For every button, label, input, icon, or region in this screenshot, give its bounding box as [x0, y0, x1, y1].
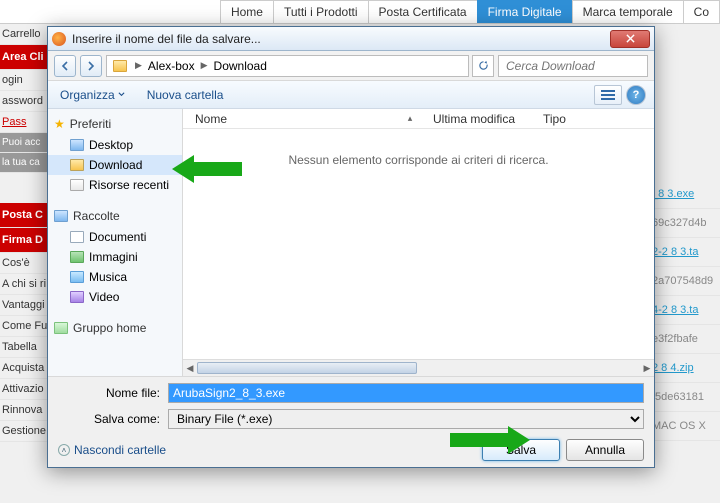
firefox-icon [52, 32, 66, 46]
bg-macos-label: MAC OS X [650, 412, 720, 441]
sidebar-item-recent[interactable]: Risorse recenti [48, 175, 182, 195]
crumb-root[interactable]: Alex-box [146, 59, 197, 73]
dialog-title: Inserire il nome del file da salvare... [72, 32, 610, 46]
scroll-right-arrow[interactable]: ▶ [640, 360, 654, 377]
chevron-right-icon: ▶ [135, 60, 142, 71]
col-type[interactable]: Tipo [543, 112, 650, 126]
bg-pass-link[interactable]: Pass [2, 116, 26, 128]
search-box[interactable] [498, 55, 648, 77]
empty-folder-message: Nessun elemento corrisponde ai criteri d… [183, 129, 654, 359]
desktop-icon [70, 139, 84, 151]
bg-nav-co[interactable]: Co [683, 0, 720, 23]
bg-nav-marca[interactable]: Marca temporale [572, 0, 684, 23]
libraries-icon [54, 210, 68, 222]
nav-back-button[interactable] [54, 55, 76, 77]
recent-icon [70, 179, 84, 191]
filename-label: Nome file: [58, 386, 168, 400]
col-sort-indicator: ▴ [387, 113, 433, 124]
folder-tree-sidebar: ★Preferiti Desktop Download Risorse rece… [48, 109, 183, 376]
refresh-button[interactable] [472, 55, 494, 77]
star-icon: ★ [54, 117, 65, 131]
sidebar-item-documents[interactable]: Documenti [48, 227, 182, 247]
bg-nav-home[interactable]: Home [220, 0, 274, 23]
sidebar-item-video[interactable]: Video [48, 287, 182, 307]
bg-file-4[interactable]: 2 8 4.zip [650, 354, 720, 383]
chevron-up-icon: ˄ [58, 444, 70, 456]
horizontal-scrollbar[interactable]: ◀ ▶ [183, 359, 654, 376]
collections-group[interactable]: Raccolte [48, 205, 182, 227]
favorites-group[interactable]: ★Preferiti [48, 113, 182, 135]
hide-folders-button[interactable]: ˄Nascondi cartelle [58, 443, 166, 457]
col-name[interactable]: Nome [187, 112, 387, 126]
homegroup-group[interactable]: Gruppo home [48, 317, 182, 339]
dialog-toolbar: Organizza Nuova cartella ? [48, 81, 654, 109]
saveas-label: Salva come: [58, 412, 168, 426]
dialog-bottom-panel: Nome file: Salva come: Binary File (*.ex… [48, 376, 654, 467]
address-bar-row: ▶ Alex-box ▶ Download [48, 51, 654, 81]
video-icon [70, 291, 84, 303]
bg-hash-1: 69c327d4b [650, 209, 720, 238]
chevron-down-icon [118, 91, 125, 98]
sidebar-item-images[interactable]: Immagini [48, 247, 182, 267]
documents-icon [70, 231, 84, 243]
music-icon [70, 271, 84, 283]
bg-nav-firma[interactable]: Firma Digitale [477, 0, 573, 23]
save-file-dialog: Inserire il nome del file da salvare... … [47, 26, 655, 468]
sidebar-item-desktop[interactable]: Desktop [48, 135, 182, 155]
help-button[interactable]: ? [626, 85, 646, 105]
breadcrumb-bar[interactable]: ▶ Alex-box ▶ Download [106, 55, 469, 77]
bg-hash-4: f5de63181 [650, 383, 720, 412]
saveas-select[interactable]: Binary File (*.exe) [168, 409, 644, 429]
bg-file-1[interactable]: _8 3.exe [650, 180, 720, 209]
cancel-button[interactable]: Annulla [566, 439, 644, 461]
new-folder-button[interactable]: Nuova cartella [139, 86, 232, 104]
dialog-titlebar[interactable]: Inserire il nome del file da salvare... [48, 27, 654, 51]
scroll-left-arrow[interactable]: ◀ [183, 360, 197, 377]
file-list-pane: Nome ▴ Ultima modifica Tipo Nessun eleme… [183, 109, 654, 376]
bg-file-2[interactable]: 2-2 8 3.ta [650, 238, 720, 267]
folder-icon [70, 159, 84, 171]
filename-input[interactable] [168, 383, 644, 403]
bg-hash-3: e3f2fbafe [650, 325, 720, 354]
bg-nav-prodotti[interactable]: Tutti i Prodotti [273, 0, 369, 23]
crumb-leaf[interactable]: Download [212, 59, 269, 73]
bg-file-3[interactable]: 4-2 8 3.ta [650, 296, 720, 325]
bg-right-column: _8 3.exe 69c327d4b 2-2 8 3.ta 2a707548d9… [650, 180, 720, 503]
scroll-thumb[interactable] [197, 362, 417, 374]
folder-icon [113, 60, 127, 72]
nav-forward-button[interactable] [80, 55, 102, 77]
bg-nav: Home Tutti i Prodotti Posta Certificata … [0, 0, 720, 24]
close-button[interactable] [610, 30, 650, 48]
sidebar-item-download[interactable]: Download [48, 155, 182, 175]
save-button[interactable]: Salva [482, 439, 560, 461]
col-modified[interactable]: Ultima modifica [433, 112, 543, 126]
bg-nav-posta[interactable]: Posta Certificata [368, 0, 478, 23]
bg-hash-2: 2a707548d9 [650, 267, 720, 296]
sidebar-item-music[interactable]: Musica [48, 267, 182, 287]
homegroup-icon [54, 322, 68, 334]
view-mode-button[interactable] [594, 85, 622, 105]
organize-menu[interactable]: Organizza [56, 86, 129, 104]
images-icon [70, 251, 84, 263]
column-headers[interactable]: Nome ▴ Ultima modifica Tipo [183, 109, 654, 129]
chevron-right-icon: ▶ [201, 60, 208, 71]
search-input[interactable] [506, 59, 663, 73]
